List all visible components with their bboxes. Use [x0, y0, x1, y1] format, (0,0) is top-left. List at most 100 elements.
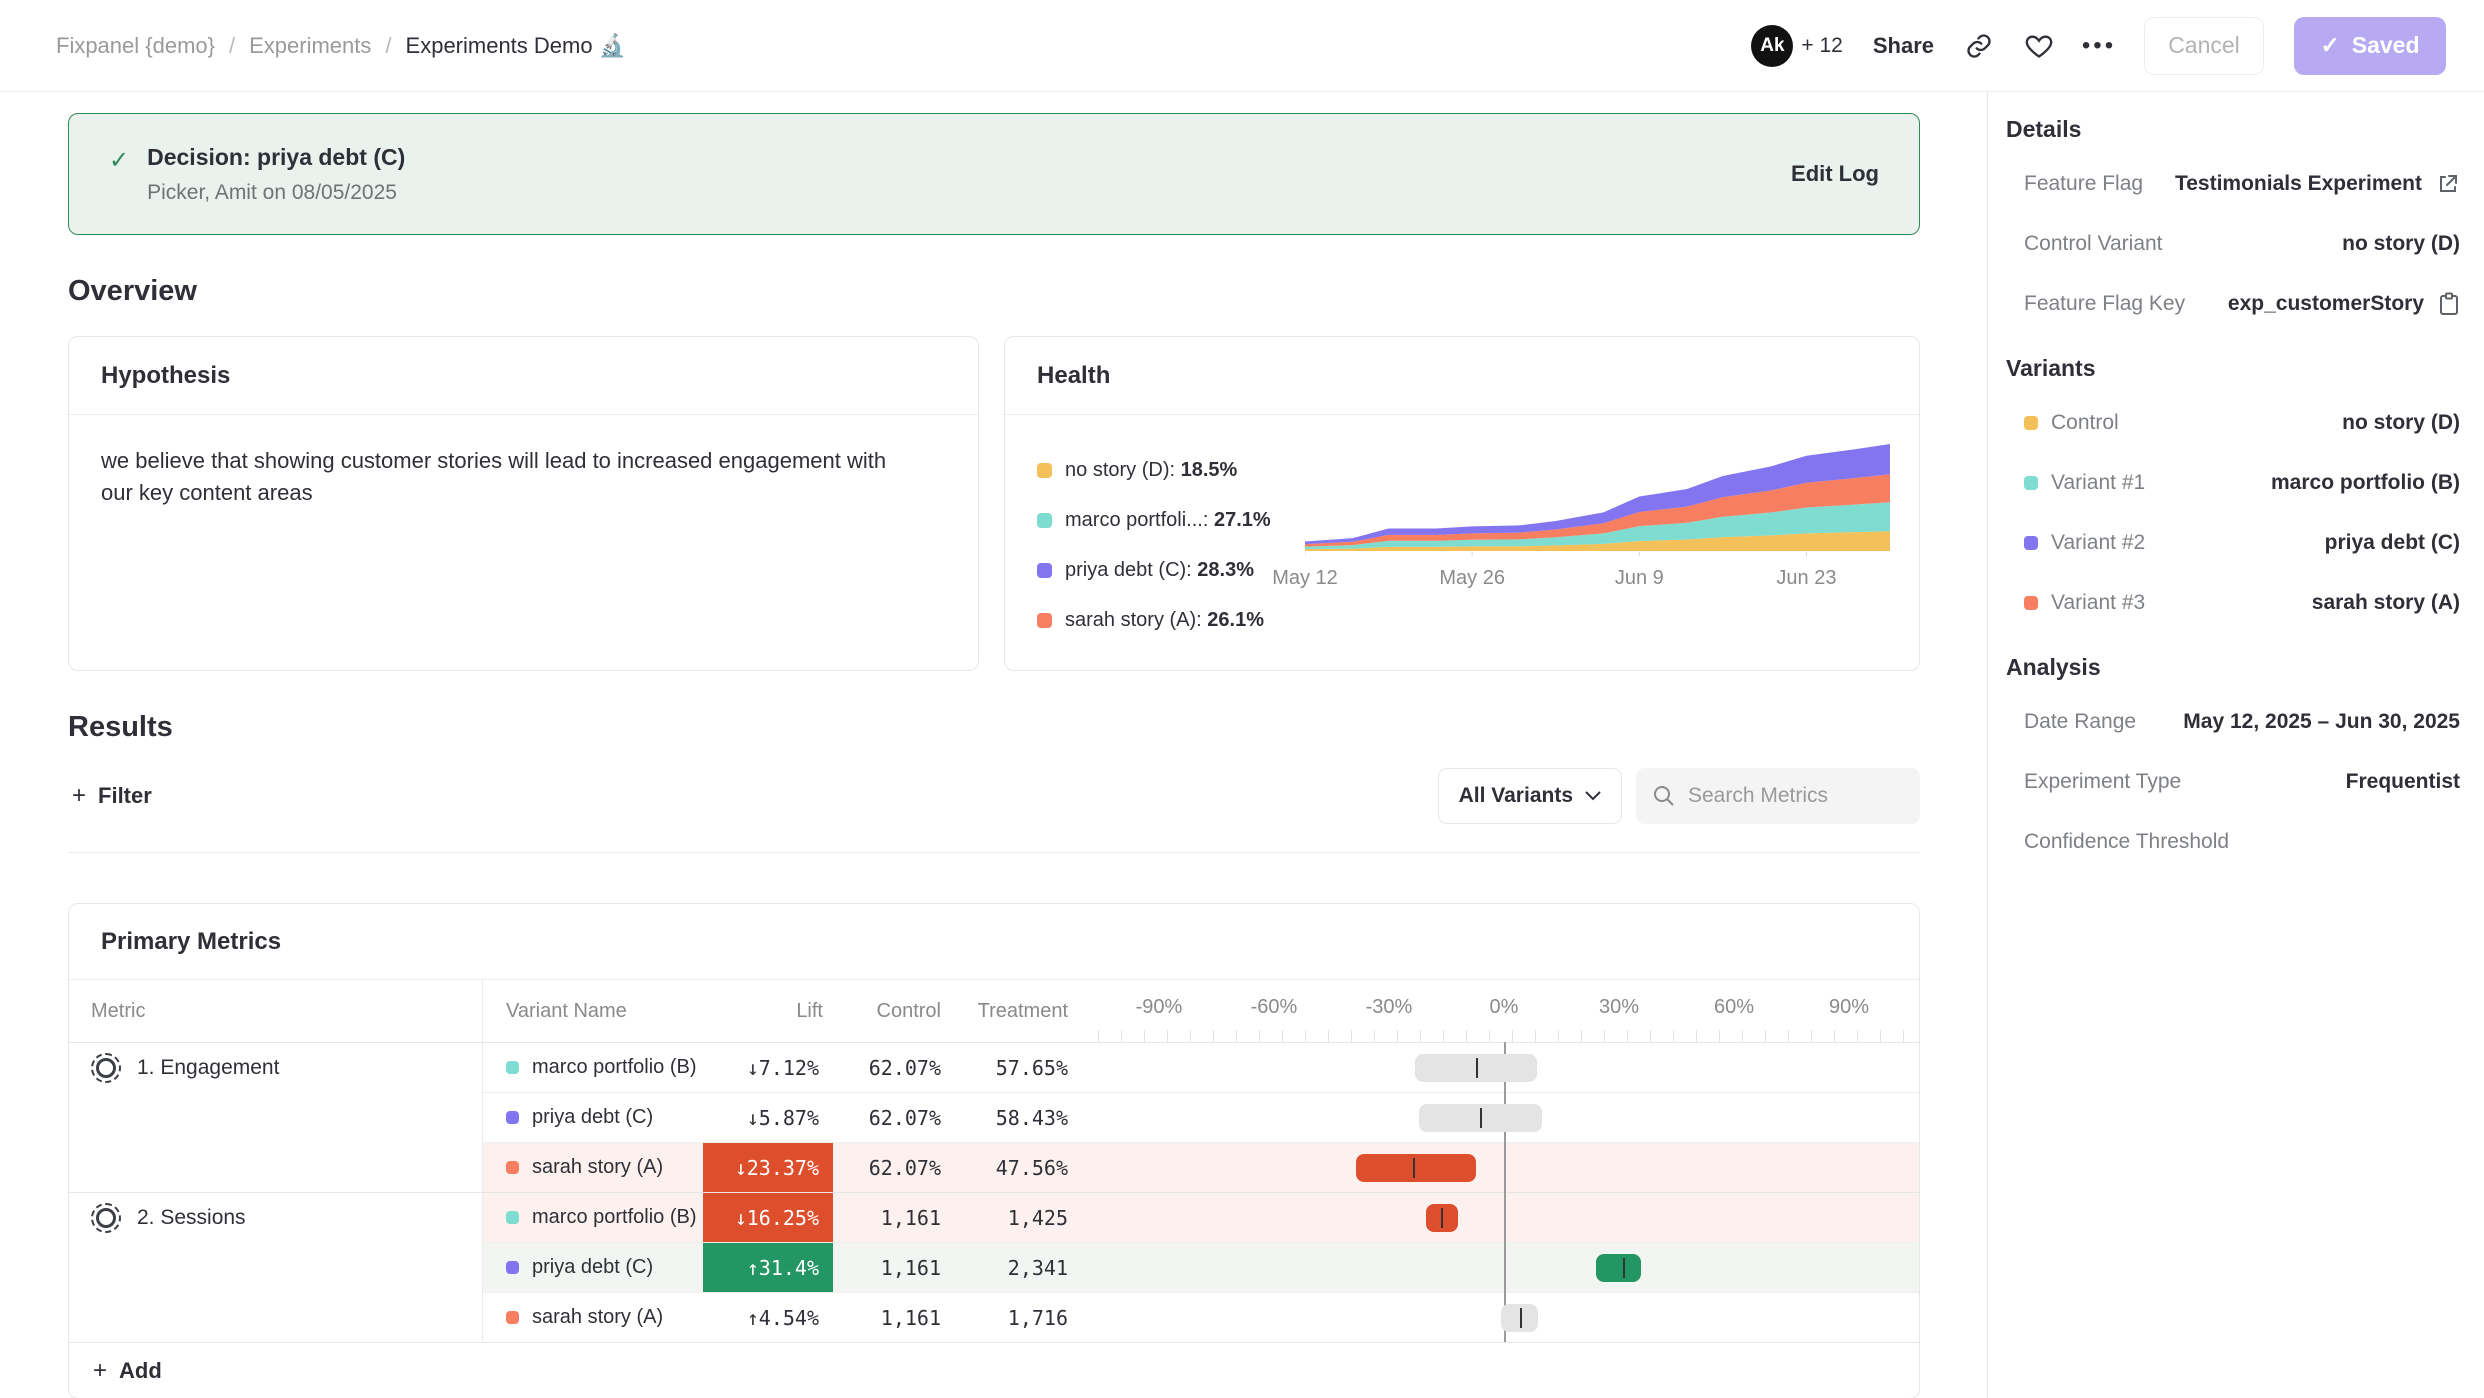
lift-axis-header: -90%-60%-30%0%30%60%90%	[1078, 980, 1920, 1042]
edit-log-button[interactable]: Edit Log	[1791, 161, 1879, 187]
variant-name: marco portfolio (B)	[532, 1056, 697, 1079]
legend-item: marco portfoli...: 27.1%	[1037, 509, 1305, 532]
clipboard-icon[interactable]	[2438, 292, 2460, 316]
control-value: 1,161	[833, 1292, 951, 1342]
axis-label: -90%	[1136, 996, 1183, 1019]
saved-button[interactable]: ✓ Saved	[2294, 17, 2446, 75]
external-link-icon[interactable]	[2436, 172, 2460, 196]
check-icon: ✓	[2320, 32, 2339, 59]
axis-label: 0%	[1490, 996, 1519, 1019]
variant-slot: Variant #2	[2024, 531, 2145, 555]
legend-label: priya debt (C): 28.3%	[1065, 559, 1254, 582]
variant-swatch	[2024, 416, 2038, 430]
details-heading: Details	[2006, 116, 2460, 143]
axis-minor-tick	[1489, 1030, 1490, 1042]
add-metric-button[interactable]: + Add	[93, 1357, 162, 1385]
detail-label: Feature Flag Key	[2024, 292, 2185, 316]
legend-label: no story (D): 18.5%	[1065, 459, 1237, 482]
hypothesis-title: Hypothesis	[101, 362, 230, 390]
variant-cell: marco portfolio (B)	[483, 1042, 703, 1092]
copy-link-icon[interactable]	[1964, 31, 1994, 61]
more-menu-icon[interactable]: •••	[2084, 31, 2114, 61]
confidence-interval-bar	[1426, 1204, 1458, 1232]
breadcrumb-separator: /	[229, 33, 235, 59]
legend-value: 28.3%	[1197, 559, 1254, 581]
overview-heading: Overview	[68, 275, 1920, 308]
decision-banner: ✓ Decision: priya debt (C) Picker, Amit …	[68, 113, 1920, 235]
variant-row: Controlno story (D)	[2024, 408, 2460, 438]
metric-name[interactable]: 1. Engagement	[91, 1053, 279, 1083]
col-variant: Variant Name	[483, 980, 703, 1042]
axis-minor-tick	[1535, 1030, 1536, 1042]
axis-minor-tick	[1742, 1030, 1743, 1042]
ci-marker	[1476, 1058, 1478, 1078]
variant-swatch	[2024, 536, 2038, 550]
axis-minor-tick	[1351, 1030, 1352, 1042]
metrics-search[interactable]	[1636, 768, 1920, 824]
health-chart: May 12May 26Jun 9Jun 23	[1305, 441, 1905, 632]
health-title: Health	[1037, 362, 1110, 390]
search-icon	[1652, 784, 1676, 808]
legend-swatch	[1037, 563, 1052, 578]
axis-minor-tick	[1880, 1030, 1881, 1042]
plus-icon: +	[93, 1357, 107, 1385]
variant-cell: priya debt (C)	[483, 1242, 703, 1292]
detail-value-text: no story (D)	[2342, 232, 2460, 256]
axis-minor-tick	[1305, 1030, 1306, 1042]
variant-cell: sarah story (A)	[483, 1142, 703, 1192]
detail-value[interactable]: Testimonials Experiment	[2175, 172, 2460, 196]
add-filter-button[interactable]: + Filter	[68, 782, 152, 810]
variant-cell: sarah story (A)	[483, 1292, 703, 1342]
table-row: 2. Sessionsmarco portfolio (B)↓16.25%1,1…	[69, 1192, 1919, 1242]
confidence-interval-bar	[1501, 1304, 1538, 1332]
axis-minor-tick	[1719, 1030, 1720, 1042]
legend-value: 18.5%	[1181, 459, 1238, 481]
variant-color-dot	[506, 1311, 519, 1324]
axis-minor-tick	[1466, 1030, 1467, 1042]
axis-minor-tick	[1811, 1030, 1812, 1042]
detail-value-text: exp_customerStory	[2228, 292, 2424, 316]
variants-heading: Variants	[2006, 355, 2460, 382]
variant-name: sarah story (A)	[532, 1306, 663, 1329]
favorite-icon[interactable]	[2024, 31, 2054, 61]
treatment-value: 1,716	[951, 1292, 1078, 1342]
axis-minor-tick	[1834, 1030, 1835, 1042]
variants-dropdown[interactable]: All Variants	[1438, 768, 1622, 824]
chart-x-axis: May 12May 26Jun 9Jun 23	[1305, 561, 1905, 591]
table-row: priya debt (C)↓5.87%62.07%58.43%	[69, 1092, 1919, 1142]
search-input[interactable]	[1688, 784, 1898, 808]
lift-value: ↑31.4%	[703, 1242, 833, 1292]
axis-minor-tick	[1121, 1030, 1122, 1042]
control-value: 62.07%	[833, 1142, 951, 1192]
variant-value: marco portfolio (B)	[2271, 471, 2460, 495]
confidence-interval-cell	[1078, 1142, 1920, 1192]
results-heading: Results	[68, 711, 1920, 744]
variant-value: sarah story (A)	[2312, 591, 2460, 615]
collaborators[interactable]: Ak + 12	[1751, 25, 1842, 67]
variant-cell: marco portfolio (B)	[483, 1192, 703, 1242]
detail-value: exp_customerStory	[2228, 292, 2460, 316]
detail-label: Control Variant	[2024, 232, 2163, 256]
decision-subtitle: Picker, Amit on 08/05/2025	[147, 181, 405, 205]
breadcrumb-project[interactable]: Fixpanel {demo}	[56, 33, 215, 59]
details-section: Details Feature FlagTestimonials Experim…	[2006, 116, 2460, 319]
axis-label: 60%	[1714, 996, 1754, 1019]
axis-minor-tick	[1673, 1030, 1674, 1042]
legend-swatch	[1037, 513, 1052, 528]
variant-name: priya debt (C)	[532, 1106, 653, 1129]
share-button[interactable]: Share	[1873, 33, 1934, 59]
analysis-value: Frequentist	[2346, 770, 2460, 794]
metric-cell	[69, 1092, 483, 1142]
details-sidebar: Details Feature FlagTestimonials Experim…	[1987, 92, 2484, 1398]
metric-name[interactable]: 2. Sessions	[91, 1203, 246, 1233]
control-value: 1,161	[833, 1192, 951, 1242]
cancel-button[interactable]: Cancel	[2144, 17, 2264, 75]
axis-minor-tick	[1167, 1030, 1168, 1042]
legend-label: sarah story (A): 26.1%	[1065, 609, 1264, 632]
decision-title: Decision: priya debt (C)	[147, 144, 405, 171]
analysis-row: Date RangeMay 12, 2025 – Jun 30, 2025	[2024, 707, 2460, 737]
avatar[interactable]: Ak	[1751, 25, 1793, 67]
breadcrumb-experiments[interactable]: Experiments	[249, 33, 371, 59]
legend-value: 27.1%	[1214, 509, 1271, 531]
analysis-row: Confidence Threshold	[2024, 827, 2460, 857]
